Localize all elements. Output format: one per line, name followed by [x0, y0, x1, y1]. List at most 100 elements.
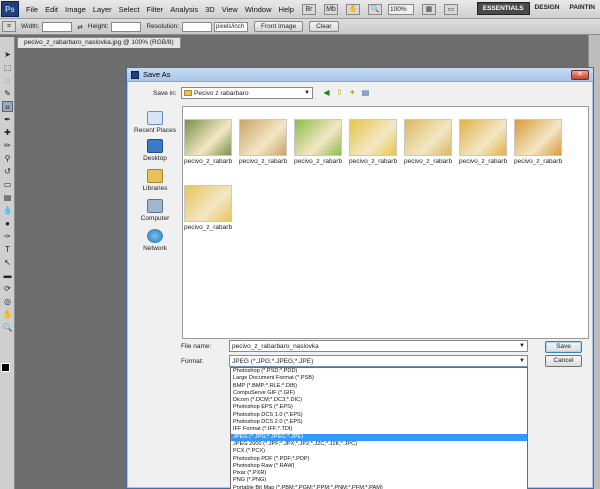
workspace-essentials[interactable]: ESSENTIALS [476, 2, 530, 15]
menu-file[interactable]: File [26, 5, 38, 14]
format-option[interactable]: Portable Bit Map (*.PBM;*.PGM;*.PPM;*.PN… [231, 485, 527, 489]
swap-icon[interactable]: ⇄ [77, 23, 82, 31]
screen-mode-icon[interactable]: ▭ [443, 3, 458, 15]
stamp-tool-icon[interactable]: ⚲ [2, 153, 13, 164]
dodge-tool-icon[interactable]: ● [2, 218, 13, 229]
lasso-tool-icon[interactable]: ◌ [2, 75, 13, 86]
file-item[interactable]: pecivo_z_rabarb... [294, 119, 342, 165]
format-option[interactable]: Photoshop (*.PSD;*.PDD) [231, 368, 527, 375]
file-label: pecivo_z_rabarb... [459, 158, 507, 165]
menu-filter[interactable]: Filter [147, 5, 164, 14]
front-image-button[interactable]: Front Image [254, 21, 304, 32]
file-item[interactable]: pecivo_z_rabarb... [514, 119, 562, 165]
foreground-color-swatch[interactable] [1, 363, 10, 372]
file-item[interactable]: pecivo_z_rabarb... [184, 185, 232, 231]
up-folder-icon[interactable]: ⇧ [334, 87, 345, 98]
file-item[interactable]: pecivo_z_rabarb... [239, 119, 287, 165]
pen-tool-icon[interactable]: ✑ [2, 231, 13, 242]
place-network[interactable]: Network [132, 229, 178, 252]
file-label: pecivo_z_rabarb... [349, 158, 397, 165]
format-select[interactable]: JPEG (*.JPG;*.JPEG;*.JPE) ▼ [229, 355, 528, 367]
history-brush-tool-icon[interactable]: ↺ [2, 166, 13, 177]
crop-tool-icon[interactable]: ⌗ [2, 101, 13, 112]
save-in-label: Save in: [153, 90, 177, 97]
arrange-icon[interactable]: ▦ [421, 3, 436, 15]
format-option[interactable]: Dicom (*.DCM;*.DC3;*.DIC) [231, 397, 527, 404]
width-input[interactable] [42, 21, 73, 32]
path-select-tool-icon[interactable]: ↖ [2, 257, 13, 268]
format-option[interactable]: Photoshop EPS (*.EPS) [231, 404, 527, 411]
chevron-down-icon[interactable]: ▼ [519, 341, 525, 352]
format-option[interactable]: Pixar (*.PXR) [231, 470, 527, 477]
menu-help[interactable]: Help [279, 5, 294, 14]
format-option[interactable]: PNG (*.PNG) [231, 477, 527, 484]
eyedropper-tool-icon[interactable]: ✒ [2, 114, 13, 125]
place-libraries[interactable]: Libraries [132, 169, 178, 192]
format-option[interactable]: IFF Format (*.IFF;*.TDI) [231, 426, 527, 433]
cancel-button[interactable]: Cancel [545, 355, 582, 367]
eraser-tool-icon[interactable]: ▭ [2, 179, 13, 190]
format-option[interactable]: Photoshop DCS 1.0 (*.EPS) [231, 412, 527, 419]
type-tool-icon[interactable]: T [2, 244, 13, 255]
file-name-input[interactable]: pecivo_z_rabarbaro_naslovka ▼ [229, 340, 528, 352]
menu-select[interactable]: Select [119, 5, 140, 14]
brush-tool-icon[interactable]: ✏ [2, 140, 13, 151]
healing-tool-icon[interactable]: ✚ [2, 127, 13, 138]
quick-select-tool-icon[interactable]: ✎ [2, 88, 13, 99]
3d-rotate-tool-icon[interactable]: ⟳ [2, 283, 13, 294]
format-option[interactable]: PCX (*.PCX) [231, 448, 527, 455]
format-option[interactable]: CompuServe GIF (*.GIF) [231, 390, 527, 397]
menu-view[interactable]: View [222, 5, 238, 14]
save-button[interactable]: Save [545, 341, 582, 353]
height-input[interactable] [111, 21, 142, 32]
width-label: Width: [21, 23, 40, 30]
menu-edit[interactable]: Edit [45, 5, 58, 14]
zoom-level-select[interactable]: 100% [387, 3, 414, 15]
clear-button[interactable]: Clear [309, 21, 339, 32]
format-option[interactable]: JPEG (*.JPG;*.JPEG;*.JPE) [231, 433, 527, 441]
workspace-painting[interactable]: PAINTIN [564, 2, 600, 15]
file-item[interactable]: pecivo_z_rabarb... [184, 119, 232, 165]
dialog-title-bar[interactable]: Save As ✕ [127, 68, 593, 82]
gradient-tool-icon[interactable]: ▤ [2, 192, 13, 203]
file-item[interactable]: pecivo_z_rabarb... [349, 119, 397, 165]
menu-analysis[interactable]: Analysis [170, 5, 198, 14]
file-item[interactable]: pecivo_z_rabarb... [404, 119, 452, 165]
zoom-icon[interactable]: 🔍 [367, 3, 382, 15]
workspace-design[interactable]: DESIGN [530, 2, 565, 15]
format-option[interactable]: BMP (*.BMP;*.RLE;*.DIB) [231, 383, 527, 390]
hand-icon[interactable]: ✋ [345, 3, 360, 15]
menu-layer[interactable]: Layer [93, 5, 112, 14]
new-folder-icon[interactable]: ✦ [347, 87, 358, 98]
3d-orbit-tool-icon[interactable]: ◎ [2, 296, 13, 307]
place-computer[interactable]: Computer [132, 199, 178, 222]
blur-tool-icon[interactable]: 💧 [2, 205, 13, 216]
menu-image[interactable]: Image [65, 5, 86, 14]
format-option[interactable]: Large Document Format (*.PSB) [231, 375, 527, 382]
place-desktop[interactable]: Desktop [132, 139, 178, 162]
format-option[interactable]: Photoshop PDF (*.PDF;*.PDP) [231, 456, 527, 463]
format-option[interactable]: JPEG 2000 (*.JPF;*.JPX;*.JP2;*.J2C;*.J2K… [231, 441, 527, 448]
save-in-select[interactable]: Pecivo z rabarbaro ▼ [181, 87, 313, 99]
menu-3d[interactable]: 3D [205, 5, 215, 14]
view-menu-icon[interactable]: ▤ [360, 87, 371, 98]
resolution-input[interactable] [182, 21, 213, 32]
resolution-units-select[interactable]: pixels/inch [214, 21, 249, 32]
bridge-icon[interactable]: Br [301, 3, 316, 15]
document-tab[interactable]: pecivo_z_rabarbaro_naslovka.jpg @ 100% (… [17, 37, 181, 48]
format-option[interactable]: Photoshop DCS 2.0 (*.EPS) [231, 419, 527, 426]
marquee-tool-icon[interactable]: ⬚ [2, 62, 13, 73]
place-recent[interactable]: Recent Places [132, 111, 178, 134]
close-button[interactable]: ✕ [571, 70, 589, 80]
hand-tool-icon[interactable]: ✋ [2, 309, 13, 320]
shape-tool-icon[interactable]: ▬ [2, 270, 13, 281]
move-tool-icon[interactable]: ➤ [2, 49, 13, 60]
format-option[interactable]: Photoshop Raw (*.RAW) [231, 463, 527, 470]
chevron-down-icon[interactable]: ▼ [519, 356, 525, 367]
file-item[interactable]: pecivo_z_rabarb... [459, 119, 507, 165]
back-icon[interactable]: ◀ [321, 87, 332, 98]
menu-window[interactable]: Window [245, 5, 272, 14]
crop-tool-icon[interactable]: ⌗ [2, 21, 16, 32]
zoom-tool-icon[interactable]: 🔍 [2, 322, 13, 333]
minibridge-icon[interactable]: Mb [323, 3, 338, 15]
